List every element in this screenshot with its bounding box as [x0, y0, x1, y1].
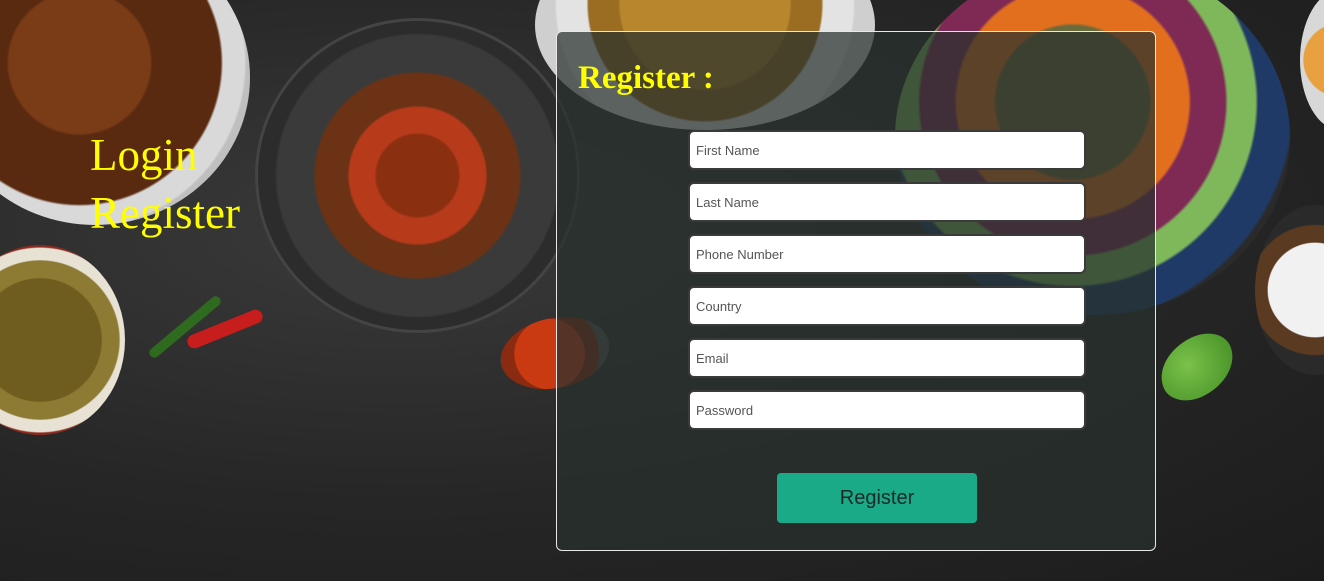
register-link[interactable]: Register: [90, 184, 240, 242]
soup-bowl-decoration: [0, 245, 125, 435]
register-panel: Register : Register: [556, 31, 1156, 551]
main-nav: Login Register: [90, 126, 240, 242]
password-input[interactable]: [688, 390, 1086, 430]
country-input[interactable]: [688, 286, 1086, 326]
lime-decoration: [1149, 324, 1245, 410]
login-link[interactable]: Login: [90, 126, 240, 184]
register-form: [688, 130, 1086, 442]
rice-bowl-decoration: [1255, 205, 1324, 375]
first-name-input[interactable]: [688, 130, 1086, 170]
register-title: Register :: [578, 60, 714, 96]
stir-fry-plate-decoration: [255, 18, 580, 333]
email-input[interactable]: [688, 338, 1086, 378]
phone-number-input[interactable]: [688, 234, 1086, 274]
side-dish-decoration: [1300, 0, 1324, 130]
register-submit-button[interactable]: Register: [777, 473, 977, 523]
last-name-input[interactable]: [688, 182, 1086, 222]
